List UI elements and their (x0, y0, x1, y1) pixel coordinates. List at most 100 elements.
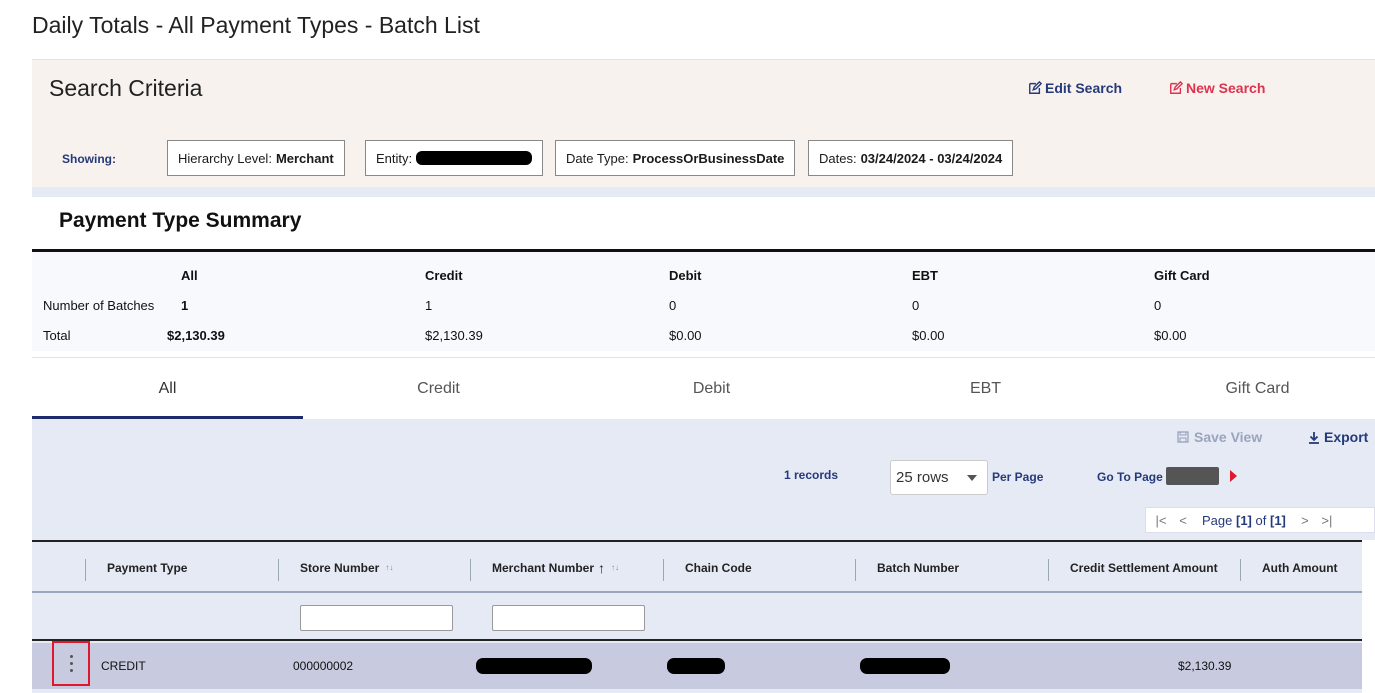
summary-cell: $2,130.39 (425, 328, 483, 343)
column-header-label: Credit Settlement Amount (1070, 560, 1218, 575)
tab-debit[interactable]: Debit (576, 358, 847, 420)
batch-number-cell (860, 643, 950, 689)
table-row[interactable]: CREDIT 000000002 $2,130.39 (32, 641, 1362, 689)
export-button[interactable]: Export (1308, 429, 1368, 445)
summary-cell: $0.00 (1154, 328, 1187, 343)
save-icon (1177, 431, 1189, 443)
section-divider (32, 187, 1375, 197)
summary-col-credit: Credit (425, 268, 463, 283)
chevron-down-icon (967, 475, 977, 481)
payment-type-tabs: All Credit Debit EBT Gift Card (32, 357, 1375, 420)
dates-chip: Dates: 03/24/2024 - 03/24/2024 (808, 140, 1014, 176)
column-header-credit-settlement-amount[interactable]: Credit Settlement Amount (1070, 542, 1218, 593)
summary-cell: 1 (181, 298, 189, 313)
go-to-page-input[interactable] (1166, 467, 1219, 485)
summary-table: All Credit Debit EBT Gift Card Number of… (32, 252, 1375, 351)
edit-search-button[interactable]: Edit Search (1028, 80, 1122, 96)
page-total: [1] (1269, 512, 1286, 528)
entity-chip: Entity: (365, 140, 544, 176)
go-to-page-label: Go To Page (1097, 470, 1163, 484)
summary-col-gift-card: Gift Card (1154, 268, 1210, 283)
column-header-label: Store Number (300, 560, 380, 575)
last-page-icon[interactable]: >| (1316, 513, 1338, 528)
sort-ascending-icon: ↑ (598, 559, 606, 576)
filter-row (32, 593, 1362, 641)
edit-icon (1029, 81, 1042, 94)
summary-cell: $0.00 (912, 328, 945, 343)
dates-label: Dates: (819, 150, 857, 166)
column-header-label: Batch Number (877, 560, 960, 575)
redacted-entity (416, 151, 533, 165)
summary-cell: $2,130.39 (167, 328, 225, 343)
go-arrow-icon[interactable] (1230, 470, 1237, 482)
summary-cell: 0 (912, 298, 920, 313)
hierarchy-level-value: Merchant (275, 150, 334, 166)
column-separator (855, 559, 856, 581)
store-number-cell: 000000002 (293, 659, 354, 673)
grid-right-edge (1362, 540, 1375, 693)
summary-cell: 0 (1154, 298, 1162, 313)
summary-title: Payment Type Summary (59, 209, 302, 232)
payment-type-cell: CREDIT (101, 659, 146, 673)
redacted-merchant-number (476, 658, 592, 674)
summary-cell: $0.00 (669, 328, 702, 343)
merchant-number-filter-input[interactable] (492, 605, 645, 631)
showing-label: Showing: (62, 152, 116, 166)
export-label: Export (1324, 429, 1369, 445)
column-header-label: Chain Code (685, 560, 752, 575)
new-search-label: New Search (1186, 80, 1266, 96)
redacted-batch-number (860, 658, 950, 674)
tab-ebt[interactable]: EBT (850, 358, 1121, 420)
hierarchy-level-label: Hierarchy Level: (178, 150, 272, 166)
download-icon (1309, 431, 1319, 444)
page-current: [1] (1236, 512, 1252, 528)
hierarchy-level-chip: Hierarchy Level: Merchant (167, 140, 345, 176)
entity-label: Entity: (376, 150, 413, 166)
save-view-button[interactable]: Save View (1177, 429, 1262, 445)
record-count: 1 records (784, 468, 839, 482)
column-header-batch-number[interactable]: Batch Number (877, 542, 959, 593)
page-title: Daily Totals - All Payment Types - Batch… (32, 12, 480, 38)
rows-per-page-value: 25 rows (896, 469, 949, 486)
column-header-merchant-number[interactable]: Merchant Number ↑ ↑↓ (492, 542, 619, 593)
summary-col-all: All (181, 268, 198, 283)
page-indicator: Page [1] of [1] (1202, 513, 1286, 528)
column-header-payment-type[interactable]: Payment Type (107, 542, 187, 593)
tab-all[interactable]: All (32, 358, 303, 420)
tab-gift-card[interactable]: Gift Card (1122, 358, 1375, 420)
new-search-button[interactable]: New Search (1169, 80, 1265, 96)
column-separator (85, 559, 86, 581)
date-type-chip: Date Type: ProcessOrBusinessDate (555, 140, 796, 176)
credit-settlement-amount-cell: $2,130.39 (1178, 659, 1232, 673)
sort-icon: ↑↓ (611, 563, 620, 572)
next-page-icon[interactable]: > (1294, 513, 1316, 528)
tab-credit[interactable]: Credit (303, 358, 574, 420)
column-separator (278, 559, 279, 581)
save-view-label: Save View (1194, 429, 1263, 445)
first-page-icon[interactable]: |< (1150, 513, 1172, 528)
date-type-value: ProcessOrBusinessDate (632, 150, 785, 166)
per-page-label: Per Page (992, 470, 1044, 484)
column-separator (1240, 559, 1241, 581)
page-prefix: Page (1202, 512, 1233, 528)
search-criteria-title: Search Criteria (49, 75, 203, 101)
column-header-store-number[interactable]: Store Number ↑↓ (300, 542, 393, 593)
column-header-label: Payment Type (107, 560, 188, 575)
summary-col-ebt: EBT (912, 268, 938, 283)
pagination: |< < Page [1] of [1] > >| (1145, 507, 1375, 533)
column-separator (1048, 559, 1049, 581)
search-criteria-panel: Search Criteria Edit Search New Search S… (32, 59, 1375, 187)
summary-cell: 0 (669, 298, 677, 313)
chain-code-cell (667, 643, 725, 689)
summary-row-label: Number of Batches (43, 298, 155, 313)
dates-value: 03/24/2024 - 03/24/2024 (860, 150, 1003, 166)
store-number-filter-input[interactable] (300, 605, 453, 631)
redacted-chain-code (667, 658, 725, 674)
previous-page-icon[interactable]: < (1172, 513, 1194, 528)
column-separator (470, 559, 471, 581)
rows-per-page-select[interactable]: 25 rows (890, 460, 988, 495)
grid-header: Payment Type Store Number ↑↓ Merchant Nu… (32, 540, 1362, 593)
row-actions-menu-icon[interactable] (52, 641, 90, 686)
column-header-chain-code[interactable]: Chain Code (685, 542, 752, 593)
column-header-auth-amount[interactable]: Auth Amount (1262, 542, 1338, 593)
